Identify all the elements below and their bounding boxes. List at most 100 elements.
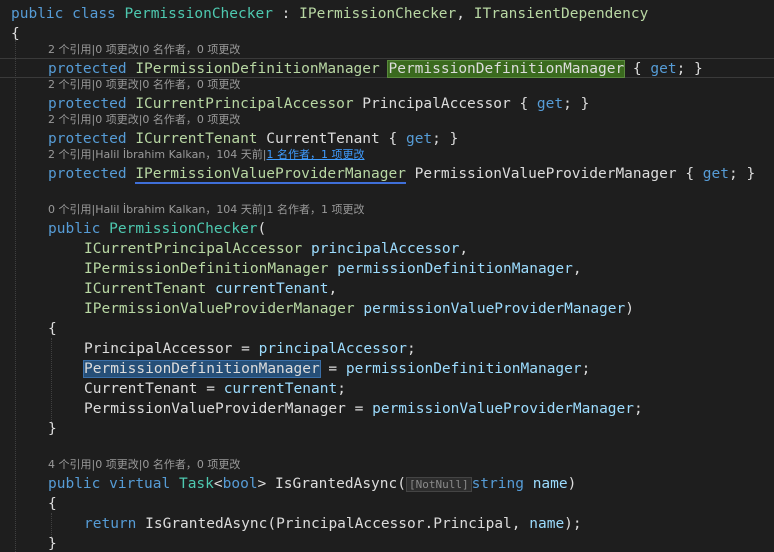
method-name: IsGrantedAsync	[275, 476, 398, 492]
property-line[interactable]: protected IPermissionDefinitionManager P…	[48, 59, 703, 79]
property-name: CurrentTenant	[266, 131, 380, 147]
assign-source: permissionValueProviderManager	[372, 401, 635, 417]
method-close-brace: }	[48, 536, 57, 552]
interface-name: IPermissionChecker	[299, 6, 457, 22]
codelens-authors-link[interactable]: 1 名作者，1 项更改	[267, 148, 365, 161]
assign-target: CurrentTenant	[84, 381, 198, 397]
call-name: IsGrantedAsync	[145, 516, 268, 532]
codelens[interactable]: 0 个引用|Halil İbrahim Kalkan，104 天前|1 名作者，…	[48, 202, 365, 218]
assign-target: PermissionValueProviderManager	[84, 401, 346, 417]
param-sep: )	[625, 301, 634, 317]
assign-source: principalAccessor	[258, 341, 408, 357]
ctor-close-brace: }	[48, 421, 57, 437]
codelens[interactable]: 2 个引用|0 项更改|0 名作者，0 项更改	[48, 112, 240, 128]
keyword-protected: protected	[48, 166, 127, 182]
call-args: (PrincipalAccessor.Principal,	[267, 516, 530, 532]
param-type: ICurrentTenant	[84, 281, 207, 297]
assign-source: permissionDefinitionManager	[345, 361, 582, 377]
assignment-line[interactable]: CurrentTenant = currentTenant;	[84, 379, 346, 399]
semicolon: ;	[581, 361, 591, 377]
codelens[interactable]: 2 个引用|Halil İbrahim Kalkan，104 天前|1 名作者，…	[48, 147, 365, 163]
param-type: IPermissionDefinitionManager	[84, 261, 329, 277]
open-paren: (	[257, 221, 267, 237]
property-line[interactable]: protected IPermissionValueProviderManage…	[48, 164, 755, 184]
assign-op: =	[345, 401, 373, 417]
method-line[interactable]: public virtual Task<bool> IsGrantedAsync…	[48, 474, 576, 494]
param-sep: ,	[328, 281, 338, 297]
ctor-open-brace: {	[48, 321, 57, 337]
keyword-public: public	[48, 476, 101, 492]
keyword-protected: protected	[48, 96, 127, 112]
return-type: Task	[178, 476, 214, 492]
property-name: PermissionValueProviderManager	[414, 166, 677, 182]
property-name-highlighted: PermissionDefinitionManager	[387, 60, 626, 78]
assign-op: =	[319, 361, 346, 377]
call-arg-name: name	[529, 516, 565, 532]
property-accessor: { get; }	[388, 131, 459, 147]
param-name: permissionValueProviderManager	[363, 301, 626, 317]
param-sep: ,	[459, 241, 469, 257]
property-type: ICurrentTenant	[135, 131, 258, 147]
return-generic: <bool>	[213, 476, 267, 492]
interface-name: ITransientDependency	[473, 6, 649, 22]
inherit-sep: :	[272, 6, 300, 22]
method-open-brace: {	[48, 496, 57, 512]
codelens[interactable]: 2 个引用|0 项更改|0 名作者，0 项更改	[48, 42, 240, 58]
notnull-attribute-hint: [NotNull]	[405, 477, 472, 492]
close-paren: )	[567, 476, 577, 492]
codelens[interactable]: 4 个引用|0 项更改|0 名作者，0 项更改	[48, 457, 240, 473]
property-type: IPermissionDefinitionManager	[135, 61, 380, 77]
param-line[interactable]: IPermissionValueProviderManager permissi…	[84, 299, 634, 319]
param-sep: ,	[572, 261, 582, 277]
property-name: PrincipalAccessor	[362, 96, 511, 112]
assignment-line[interactable]: PrincipalAccessor = principalAccessor;	[84, 339, 416, 359]
property-accessor: { get; }	[685, 166, 756, 182]
class-name: PermissionChecker	[124, 6, 273, 22]
keyword-return: return	[84, 516, 137, 532]
assign-target-selected: PermissionDefinitionManager	[83, 360, 321, 378]
param-name: name	[532, 476, 568, 492]
return-line[interactable]: return IsGrantedAsync(PrincipalAccessor.…	[84, 514, 582, 534]
assign-op: =	[232, 341, 259, 357]
assign-target: PrincipalAccessor	[84, 341, 233, 357]
param-line[interactable]: ICurrentTenant currentTenant,	[84, 279, 337, 299]
property-line[interactable]: protected ICurrentPrincipalAccessor Prin…	[48, 94, 589, 114]
param-type: IPermissionValueProviderManager	[84, 301, 355, 317]
constructor-name: PermissionChecker	[109, 221, 258, 237]
constructor-line[interactable]: public PermissionChecker(	[48, 219, 266, 239]
code-editor[interactable]: public class PermissionChecker : IPermis…	[0, 0, 774, 552]
semicolon: ;	[337, 381, 346, 397]
assign-source: currentTenant	[223, 381, 338, 397]
property-type: ICurrentPrincipalAccessor	[135, 96, 354, 112]
indent-guide	[15, 40, 17, 552]
keyword-virtual: virtual	[109, 476, 171, 492]
param-type: string	[471, 476, 524, 492]
param-name: permissionDefinitionManager	[337, 261, 573, 277]
class-open-brace: {	[11, 26, 20, 42]
codelens[interactable]: 2 个引用|0 项更改|0 名作者，0 项更改	[48, 77, 240, 93]
keyword-protected: protected	[48, 61, 127, 77]
semicolon: ;	[634, 401, 643, 417]
property-accessor: { get; }	[519, 96, 590, 112]
keyword-class: class	[72, 6, 116, 22]
call-end: );	[564, 516, 582, 532]
param-line[interactable]: IPermissionDefinitionManager permissionD…	[84, 259, 582, 279]
param-name: currentTenant	[214, 281, 329, 297]
param-name: principalAccessor	[310, 241, 460, 257]
class-declaration-line[interactable]: public class PermissionChecker : IPermis…	[11, 4, 648, 24]
keyword-public: public	[11, 6, 64, 22]
assign-op: =	[197, 381, 224, 397]
property-type: IPermissionValueProviderManager	[135, 166, 406, 184]
param-type: ICurrentPrincipalAccessor	[84, 241, 303, 257]
assignment-line[interactable]: PermissionDefinitionManager = permission…	[83, 359, 591, 379]
property-accessor: { get; }	[632, 61, 703, 77]
keyword-protected: protected	[48, 131, 127, 147]
param-line[interactable]: ICurrentPrincipalAccessor principalAcces…	[84, 239, 468, 259]
open-paren: (	[397, 476, 406, 492]
codelens-text: 2 个引用|Halil İbrahim Kalkan，104 天前|	[48, 148, 267, 161]
semicolon: ;	[407, 341, 416, 357]
property-line[interactable]: protected ICurrentTenant CurrentTenant {…	[48, 129, 458, 149]
assignment-line[interactable]: PermissionValueProviderManager = permiss…	[84, 399, 643, 419]
keyword-public: public	[48, 221, 101, 237]
comma: ,	[456, 6, 474, 22]
